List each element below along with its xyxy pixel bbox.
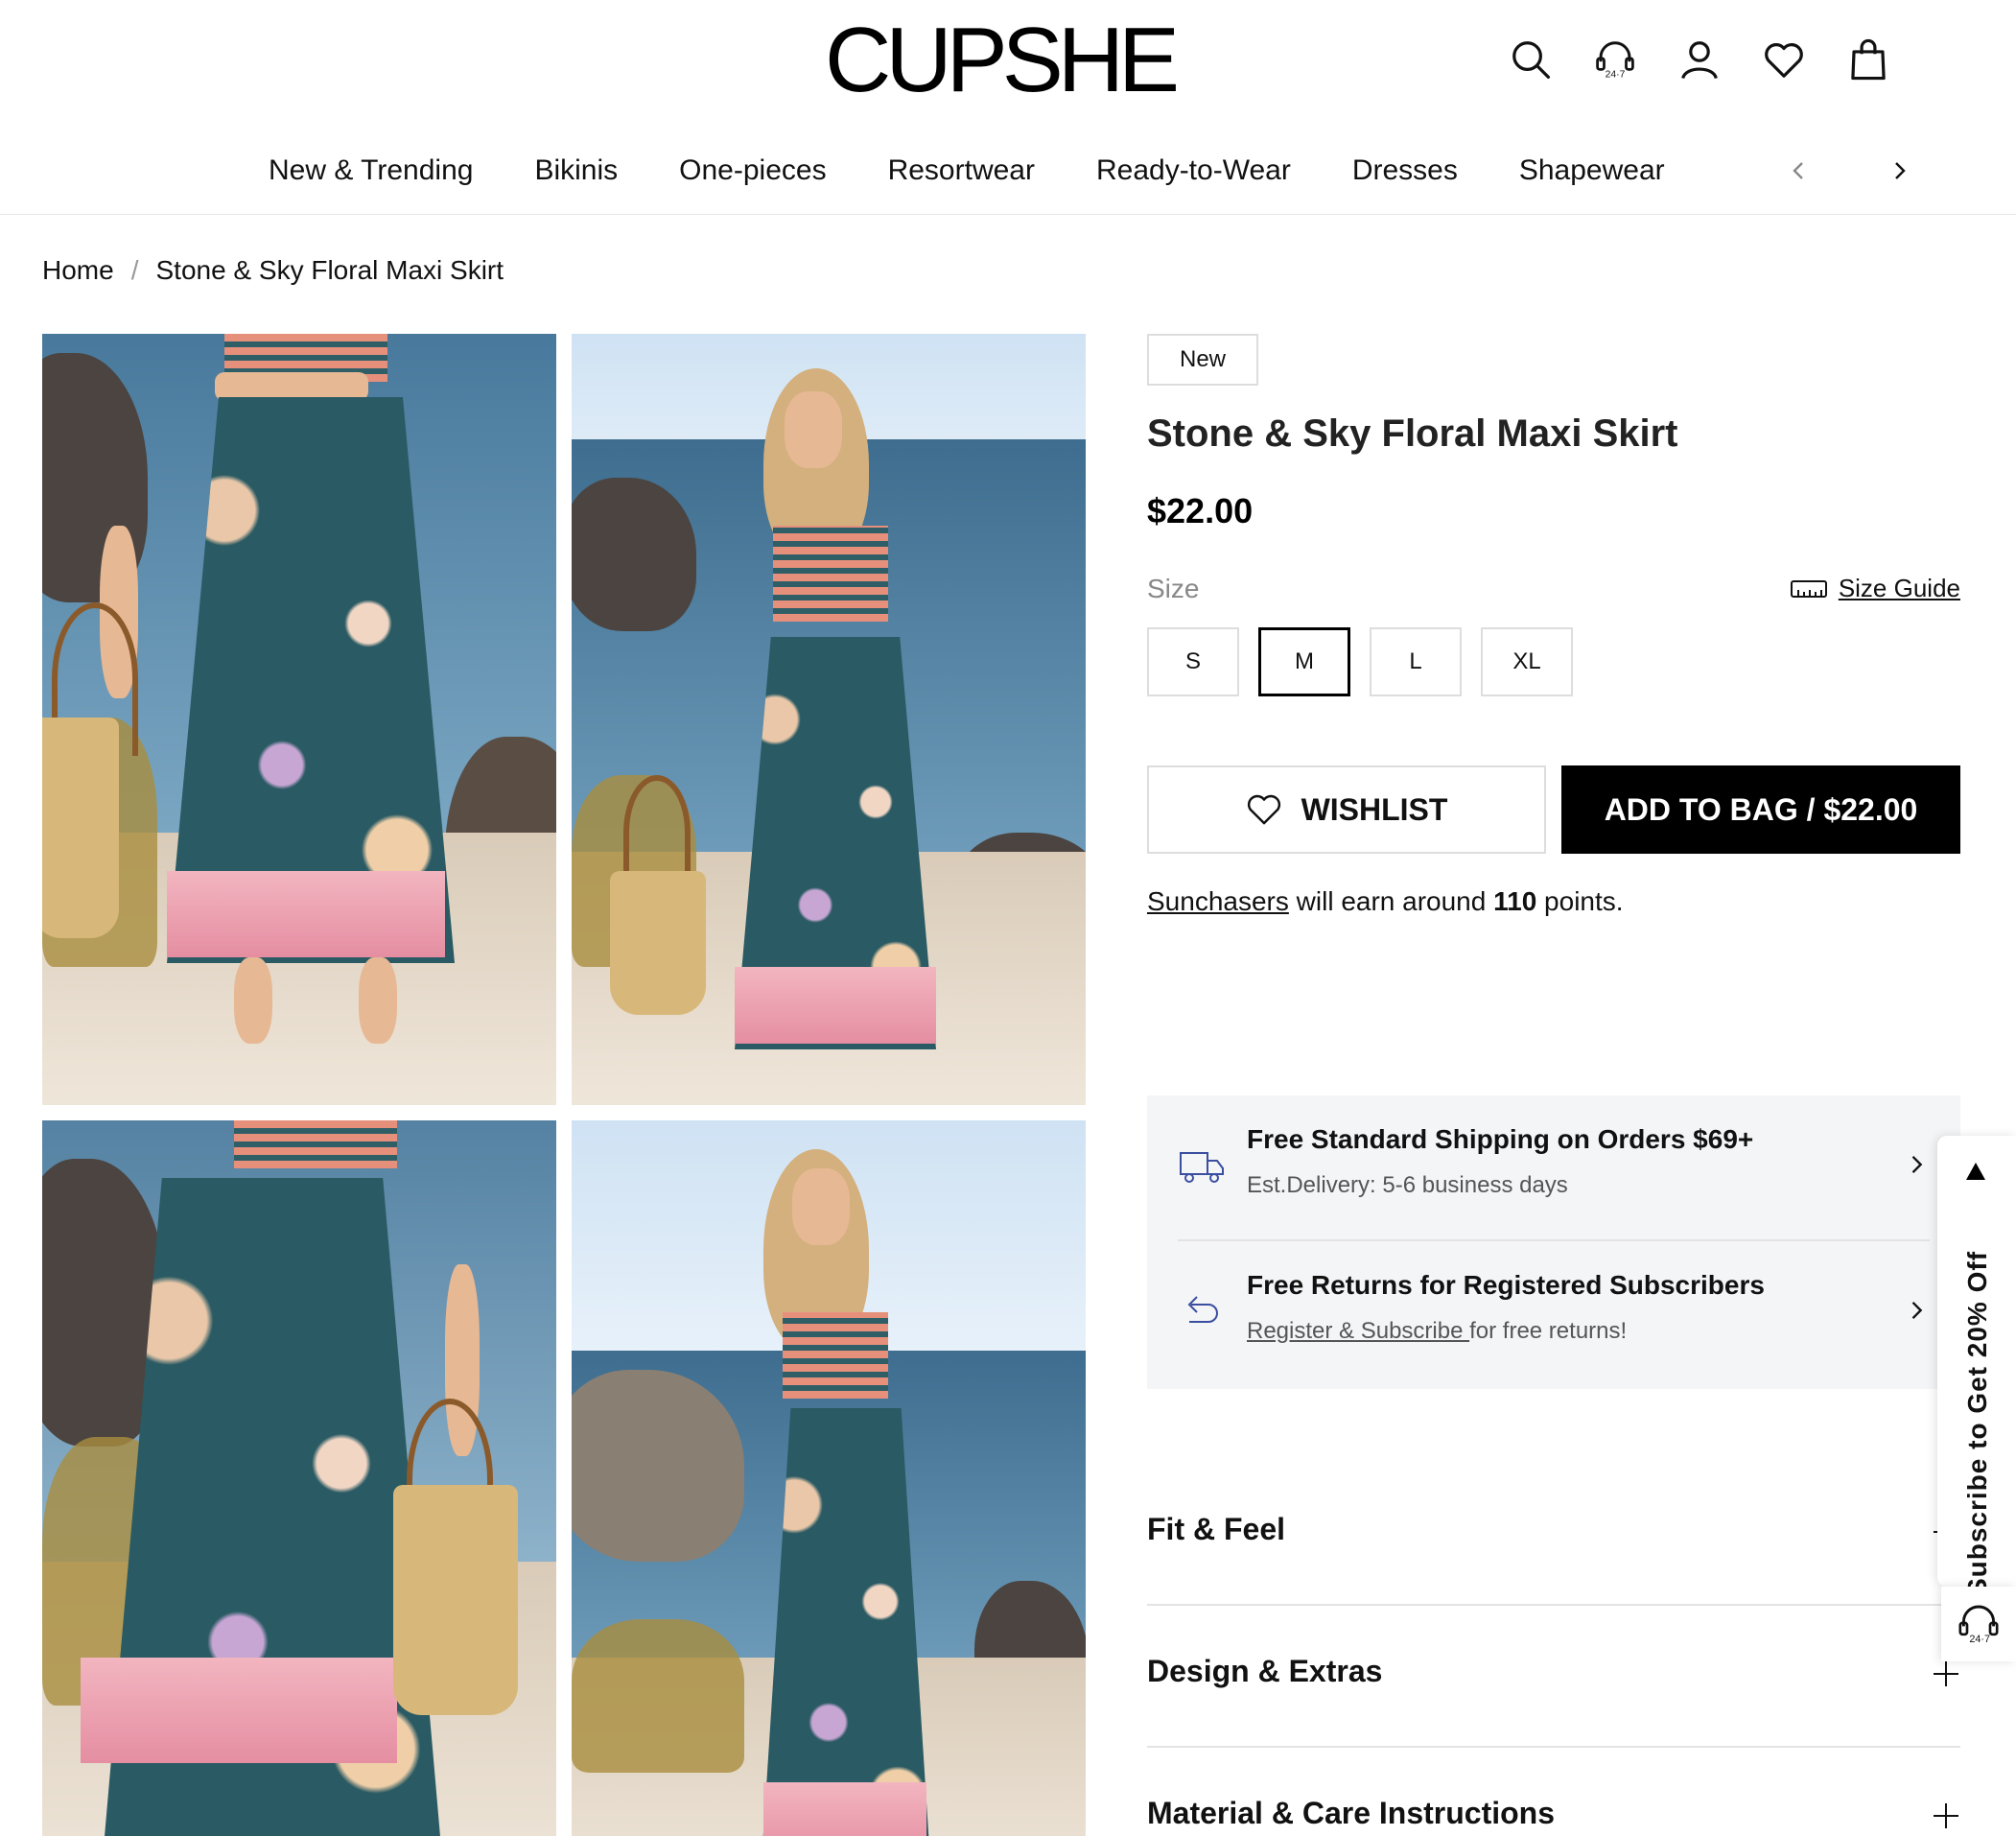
- top-garment: [783, 1312, 888, 1399]
- accordion-label: Design & Extras: [1147, 1654, 1383, 1688]
- accordion-material-care[interactable]: Material & Care Instructions: [1147, 1748, 1960, 1836]
- points-amount: 110: [1493, 886, 1537, 916]
- size-option-s[interactable]: S: [1147, 627, 1239, 696]
- sunchasers-link[interactable]: Sunchasers: [1147, 886, 1289, 916]
- wishlist-label: WISHLIST: [1301, 791, 1448, 827]
- returns-subtext-tail: for free returns!: [1469, 1318, 1628, 1344]
- search-icon[interactable]: [1508, 33, 1554, 86]
- accordion-design-extras[interactable]: Design & Extras: [1147, 1606, 1960, 1748]
- accordion-fit-feel[interactable]: Fit & Feel: [1147, 1464, 1960, 1606]
- skirt-hem: [167, 871, 445, 957]
- brand-logo[interactable]: CUPSHE: [825, 8, 1180, 113]
- rewards-points: Sunchasers will earn around 110 points.: [1147, 886, 1624, 917]
- shipping-title: Free Standard Shipping on Orders $69+: [1247, 1124, 1754, 1154]
- accordion-label: Material & Care Instructions: [1147, 1796, 1555, 1830]
- main-nav: New & Trending Bikinis One-pieces Resort…: [0, 142, 2016, 200]
- nav-item-new-trending[interactable]: New & Trending: [269, 142, 473, 200]
- size-label: Size: [1147, 574, 1200, 603]
- straw-bag: [610, 871, 706, 1015]
- chevron-right-icon: [1911, 1156, 1923, 1173]
- rock: [572, 478, 696, 631]
- nav-item-ready-to-wear[interactable]: Ready-to-Wear: [1096, 142, 1291, 200]
- shipping-returns-panel: Free Standard Shipping on Orders $69+ Es…: [1147, 1095, 1960, 1389]
- returns-title: Free Returns for Registered Subscribers: [1247, 1270, 1765, 1300]
- straw-bag: [393, 1485, 518, 1715]
- plus-icon: [1934, 1661, 1958, 1686]
- points-text-after: points.: [1536, 886, 1624, 916]
- ruler-icon: [1790, 579, 1827, 598]
- chevron-right-icon[interactable]: [1878, 150, 1920, 192]
- product-title: Stone & Sky Floral Maxi Skirt: [1147, 412, 1678, 455]
- site-header: CUPSHE 24·7 New & Trending Bikinis One-p…: [0, 0, 2016, 215]
- nav-item-dresses[interactable]: Dresses: [1352, 142, 1458, 200]
- nav-items: New & Trending Bikinis One-pieces Resort…: [269, 142, 1665, 200]
- product-image-3[interactable]: [42, 1120, 556, 1836]
- nav-item-shapewear[interactable]: Shapewear: [1519, 142, 1665, 200]
- support-24-7-icon[interactable]: 24·7: [1592, 33, 1638, 86]
- header-icons: 24·7: [1508, 33, 1891, 86]
- size-option-m[interactable]: M: [1258, 627, 1350, 696]
- product-price: $22.00: [1147, 491, 1254, 530]
- size-option-l[interactable]: L: [1370, 627, 1462, 696]
- skirt-hem: [763, 1782, 926, 1836]
- support-chat-button[interactable]: 24·7: [1941, 1587, 2016, 1661]
- chevron-right-icon: [1911, 1302, 1923, 1319]
- skirt-hem: [81, 1658, 397, 1763]
- account-icon[interactable]: [1676, 33, 1723, 86]
- leg: [359, 957, 397, 1044]
- svg-text:24·7: 24·7: [1606, 69, 1626, 80]
- breadcrumb-separator: /: [130, 255, 139, 285]
- skirt-hem: [735, 967, 936, 1044]
- product-gallery: [42, 334, 1086, 1836]
- register-subscribe-link[interactable]: Register & Subscribe: [1247, 1318, 1469, 1344]
- size-guide-label: Size Guide: [1838, 574, 1960, 602]
- breadcrumb-home[interactable]: Home: [42, 255, 114, 286]
- subscribe-tab-text: Subscribe to Get 20% Off: [1962, 1250, 1992, 1597]
- size-guide-link[interactable]: Size Guide: [1790, 574, 1960, 603]
- heart-icon: [1247, 794, 1280, 825]
- breadcrumb-current: Stone & Sky Floral Maxi Skirt: [155, 255, 504, 285]
- new-badge: New: [1147, 334, 1258, 386]
- nav-scroll-arrows: [1778, 150, 1920, 192]
- leg: [234, 957, 272, 1044]
- returns-info-row[interactable]: Free Returns for Registered Subscribers …: [1178, 1241, 1930, 1376]
- returns-subtext: Register & Subscribe for free returns!: [1247, 1318, 1627, 1345]
- size-option-xl[interactable]: XL: [1481, 627, 1573, 696]
- subscribe-side-tab[interactable]: Subscribe to Get 20% Off: [1937, 1136, 2016, 1596]
- shopping-bag-icon[interactable]: [1845, 33, 1891, 86]
- nav-item-one-pieces[interactable]: One-pieces: [679, 142, 826, 200]
- plus-icon: [1934, 1803, 1958, 1828]
- breadcrumb: Home / Stone & Sky Floral Maxi Skirt: [42, 255, 504, 286]
- shipping-delivery-estimate: Est.Delivery: 5-6 business days: [1247, 1172, 1568, 1198]
- size-selector: S M L XL: [1147, 627, 1573, 696]
- top-garment: [773, 526, 888, 622]
- chevron-left-icon[interactable]: [1778, 150, 1820, 192]
- straw-bag: [42, 718, 119, 938]
- grass: [572, 1619, 744, 1773]
- svg-text:24·7: 24·7: [1969, 1634, 1990, 1645]
- nav-item-bikinis[interactable]: Bikinis: [534, 142, 618, 200]
- return-arrow-icon: [1187, 1296, 1218, 1323]
- triangle-up-icon: [1966, 1163, 1985, 1180]
- nav-item-resortwear[interactable]: Resortwear: [888, 142, 1035, 200]
- face: [785, 391, 842, 468]
- wishlist-button[interactable]: WISHLIST: [1147, 765, 1546, 854]
- add-to-bag-button[interactable]: ADD TO BAG / $22.00: [1561, 765, 1960, 854]
- waist: [215, 372, 368, 401]
- points-text-before: will earn around: [1288, 886, 1494, 916]
- accordion-label: Fit & Feel: [1147, 1512, 1286, 1546]
- product-image-2[interactable]: [572, 334, 1086, 1105]
- face: [792, 1168, 850, 1245]
- shipping-info-row[interactable]: Free Standard Shipping on Orders $69+ Es…: [1178, 1095, 1930, 1241]
- product-image-1[interactable]: [42, 334, 556, 1105]
- product-image-4[interactable]: [572, 1120, 1086, 1836]
- support-24-7-icon: 24·7: [1958, 1605, 1999, 1645]
- top-garment: [234, 1120, 397, 1168]
- wishlist-heart-icon[interactable]: [1761, 33, 1807, 86]
- delivery-truck-icon: [1180, 1152, 1224, 1183]
